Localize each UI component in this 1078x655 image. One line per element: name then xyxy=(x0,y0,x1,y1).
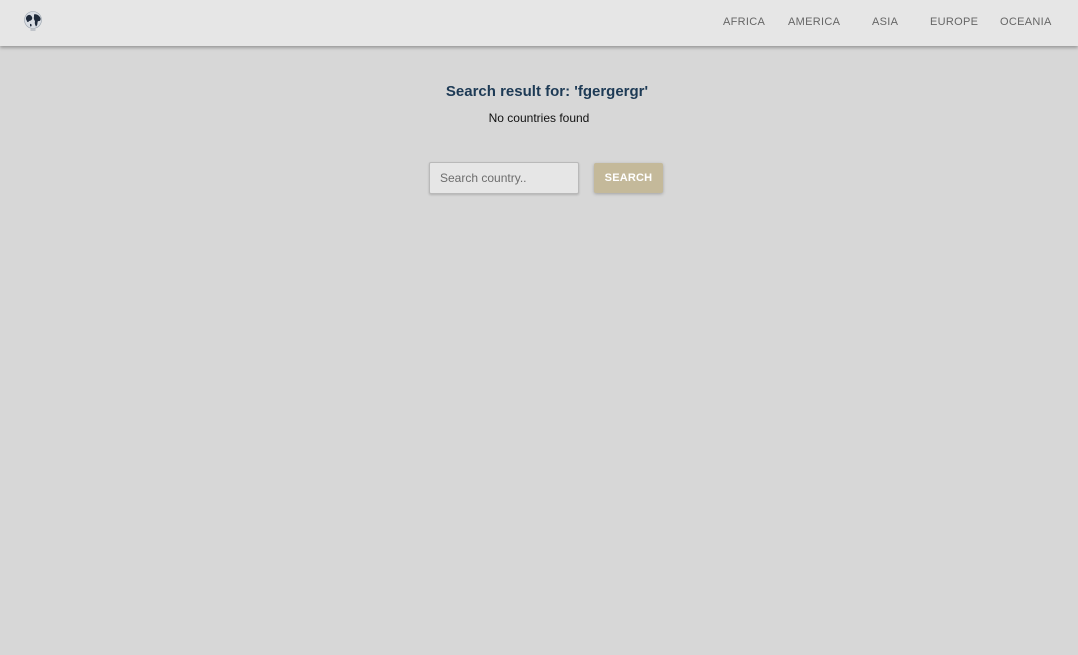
search-result-prefix: Search result for: xyxy=(445,83,575,100)
nav-link-africa[interactable]: AFRICA xyxy=(723,16,765,28)
search-input[interactable] xyxy=(429,162,579,194)
nav-link-europe[interactable]: EUROPE xyxy=(930,16,978,28)
main-content: Search result for: 'fgergergr' No countr… xyxy=(0,46,1078,655)
nav-link-asia[interactable]: ASIA xyxy=(872,16,898,28)
search-query: 'fgergergr' xyxy=(574,83,649,100)
nav-link-oceania[interactable]: OCEANIA xyxy=(1000,16,1052,28)
navbar: AFRICA AMERICA ASIA EUROPE OCEANIA xyxy=(0,0,1078,46)
globe-icon[interactable] xyxy=(22,10,44,32)
no-results-message: No countries found xyxy=(488,111,590,125)
search-button[interactable]: SEARCH xyxy=(594,163,663,193)
search-result-heading: Search result for: 'fgergergr' xyxy=(0,83,1078,100)
nav-link-america[interactable]: AMERICA xyxy=(788,16,840,28)
